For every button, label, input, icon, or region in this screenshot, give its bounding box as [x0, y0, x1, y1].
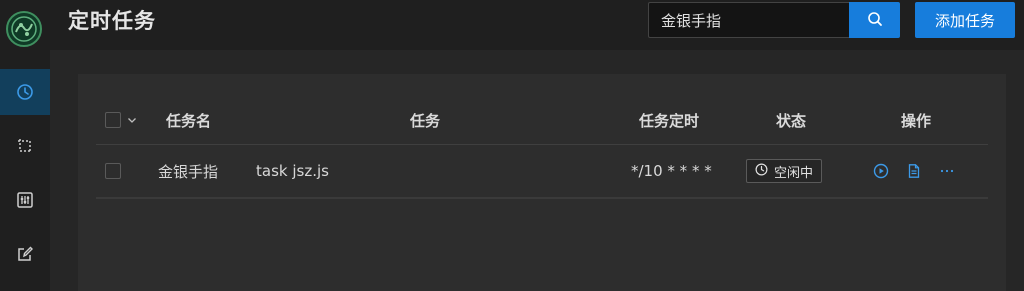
- run-icon[interactable]: [872, 162, 890, 180]
- search-icon: [867, 11, 883, 30]
- actions-cell: [872, 145, 956, 197]
- select-all-checkbox[interactable]: [105, 112, 121, 128]
- edit-icon: [16, 245, 34, 263]
- status-label: 空闲中: [774, 165, 814, 181]
- row-select-cell: [105, 145, 121, 197]
- main-content: 任务名 任务 任务定时 状态 操作 金银手指 task jsz.js */10 …: [50, 50, 1024, 291]
- add-task-button[interactable]: 添加任务: [915, 2, 1015, 38]
- logo-icon: [5, 10, 43, 48]
- column-header-status[interactable]: 状态: [776, 96, 806, 144]
- page-title: 定时任务: [68, 9, 156, 33]
- more-icon[interactable]: [938, 162, 956, 180]
- column-header-command: 任务: [410, 111, 441, 130]
- task-table-card: 任务名 任务 任务定时 状态 操作 金银手指 task jsz.js */10 …: [78, 74, 1006, 291]
- sidebar-item-config[interactable]: [0, 231, 50, 277]
- task-name[interactable]: 金银手指: [158, 145, 218, 197]
- table-row[interactable]: 金银手指 task jsz.js */10 * * * * 空闲中: [96, 145, 988, 199]
- search-input[interactable]: [648, 2, 849, 38]
- status-badge: 空闲中: [746, 159, 823, 183]
- sidebar-item-env[interactable]: [0, 177, 50, 223]
- log-icon[interactable]: [905, 162, 923, 180]
- search-button[interactable]: [849, 2, 900, 38]
- task-schedule: */10 * * * *: [631, 162, 712, 180]
- sidebar-item-crontab[interactable]: [0, 69, 50, 115]
- task-command: task jsz.js: [256, 162, 329, 180]
- crop-icon: [16, 137, 34, 155]
- search-bar: [648, 2, 900, 38]
- clock-icon: [16, 83, 34, 101]
- status-cell: 空闲中: [746, 145, 823, 197]
- chevron-down-icon[interactable]: [127, 111, 137, 129]
- header-select-cell: [105, 96, 137, 144]
- clock-icon: [755, 163, 768, 180]
- column-header-actions: 操作: [901, 111, 932, 130]
- sliders-icon: [16, 191, 34, 209]
- column-header-schedule[interactable]: 任务定时: [639, 96, 699, 144]
- row-checkbox[interactable]: [105, 163, 121, 179]
- table-header: 任务名 任务 任务定时 状态 操作: [96, 96, 988, 145]
- sidebar-item-subscriptions[interactable]: [0, 123, 50, 169]
- column-header-name[interactable]: 任务名: [166, 96, 211, 144]
- app-window: 定时任务 添加任务: [0, 0, 1024, 291]
- sidebar: [0, 0, 50, 291]
